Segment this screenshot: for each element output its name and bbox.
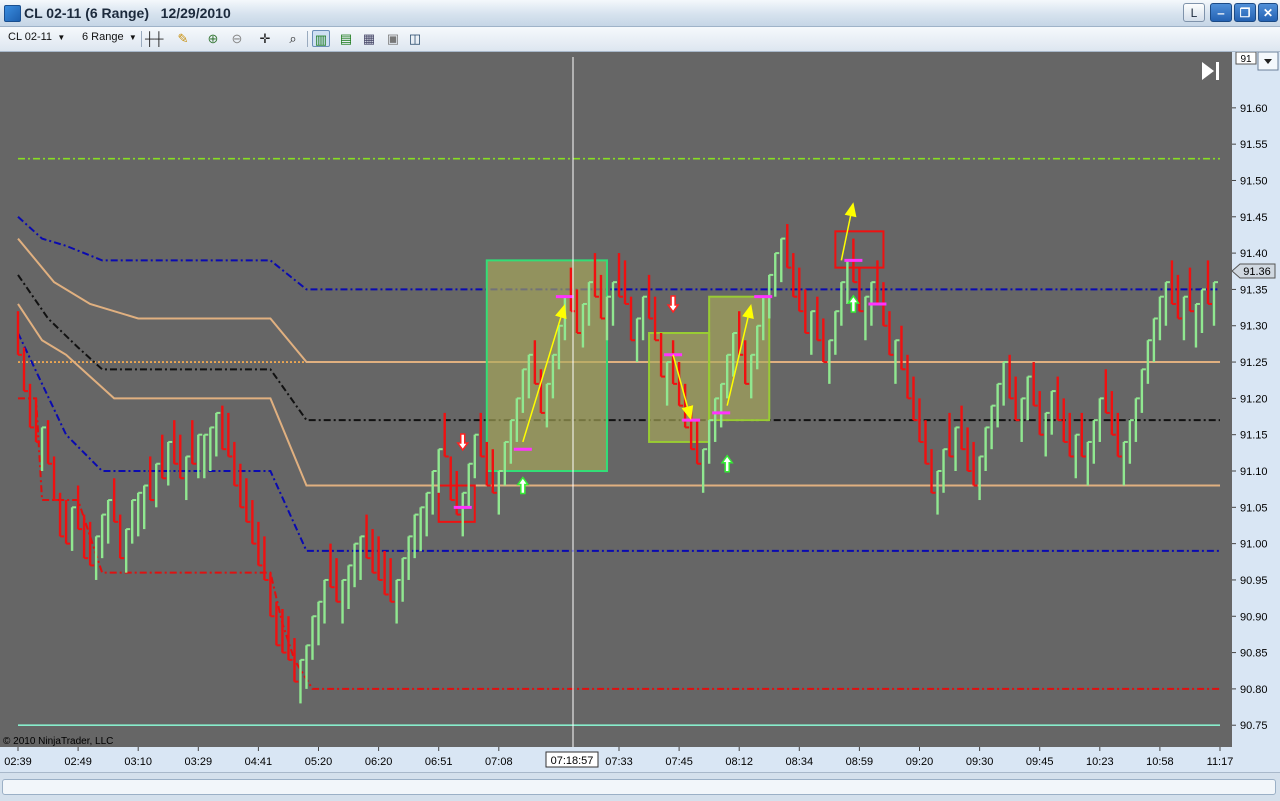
time-tick-label: 10:58 bbox=[1146, 756, 1174, 768]
goto-end-bar bbox=[1216, 62, 1219, 80]
horizontal-scrollbar[interactable] bbox=[2, 779, 1276, 795]
zoom-in-icon[interactable]: ⊕ bbox=[204, 30, 222, 47]
price-tick-label: 91.45 bbox=[1240, 212, 1268, 224]
price-tick-label: 91.15 bbox=[1240, 430, 1268, 442]
close-button[interactable]: ✕ bbox=[1258, 3, 1278, 22]
window-title: CL 02-11 (6 Range) 12/29/2010 bbox=[24, 5, 231, 21]
price-axis-background bbox=[1232, 52, 1280, 772]
time-tick-label: 06:20 bbox=[365, 756, 393, 768]
time-tick-label: 10:23 bbox=[1086, 756, 1114, 768]
instrument-label: CL 02-11 bbox=[8, 31, 53, 43]
title-bar: CL 02-11 (6 Range) 12/29/2010 L ‒ ❐ ✕ bbox=[0, 0, 1280, 27]
price-tick-label: 90.95 bbox=[1240, 575, 1268, 587]
price-tick-label: 91.55 bbox=[1240, 139, 1268, 151]
time-tick-label: 07:33 bbox=[605, 756, 633, 768]
time-tick-label: 11:17 bbox=[1207, 756, 1234, 768]
price-tick-label: 90.80 bbox=[1240, 684, 1268, 696]
time-tick-label: 03:10 bbox=[124, 756, 152, 768]
app-icon bbox=[4, 5, 21, 22]
time-tick-label: 09:20 bbox=[906, 756, 934, 768]
price-tick-label: 91.10 bbox=[1240, 466, 1268, 478]
chart-toolbar: CL 02-11 ▼ 6 Range ▼ ┼┼ ✎ ⊕ ⊖ ✛ ⌕ ▥ ▤ ▦ … bbox=[0, 27, 1280, 52]
period-label: 6 Range bbox=[82, 31, 124, 43]
price-tick-label: 91.25 bbox=[1240, 357, 1268, 369]
time-tick-label: 07:08 bbox=[485, 756, 513, 768]
bar-style-icon[interactable]: ┼┼ bbox=[145, 30, 163, 47]
link-button[interactable]: L bbox=[1183, 3, 1205, 22]
time-tick-label: 02:49 bbox=[64, 756, 92, 768]
price-tick-label: 91.20 bbox=[1240, 393, 1268, 405]
time-tick-label: 04:41 bbox=[245, 756, 273, 768]
toolbar-divider bbox=[307, 31, 308, 47]
price-tick-label: 91.60 bbox=[1240, 103, 1268, 115]
toolbar-divider bbox=[141, 31, 142, 47]
crosshair-icon[interactable]: ✛ bbox=[256, 30, 274, 47]
draw-pencil-icon[interactable]: ✎ bbox=[174, 30, 192, 47]
time-tick-label: 08:34 bbox=[786, 756, 814, 768]
chevron-down-icon: ▼ bbox=[126, 33, 137, 42]
time-tick-label: 05:20 bbox=[305, 756, 333, 768]
crosshair-label: 07:18:57 bbox=[551, 755, 594, 767]
instrument-selector[interactable]: CL 02-11 ▼ bbox=[8, 31, 65, 43]
price-tick-label: 91.30 bbox=[1240, 321, 1268, 333]
price-tick-label: 90.90 bbox=[1240, 611, 1268, 623]
layout-icon[interactable]: ◫ bbox=[406, 30, 424, 47]
chevron-down-icon: ▼ bbox=[55, 33, 66, 42]
minimize-button[interactable]: ‒ bbox=[1210, 3, 1232, 22]
price-badge: 91.36 bbox=[1243, 266, 1271, 278]
time-tick-label: 08:59 bbox=[846, 756, 874, 768]
time-tick-label: 07:45 bbox=[665, 756, 693, 768]
price-tick-label: 90.85 bbox=[1240, 648, 1268, 660]
zoom-out-icon[interactable]: ⊖ bbox=[228, 30, 246, 47]
price-tick-label: 91.05 bbox=[1240, 502, 1268, 514]
price-tick-label: 91.35 bbox=[1240, 284, 1268, 296]
status-bar bbox=[0, 772, 1280, 801]
price-tick-label: 91.00 bbox=[1240, 539, 1268, 551]
copyright-text: © 2010 NinjaTrader, LLC bbox=[3, 736, 113, 747]
scale-dropdown-button[interactable] bbox=[1257, 52, 1279, 71]
time-tick-label: 08:12 bbox=[725, 756, 753, 768]
price-tick-label: 91.50 bbox=[1240, 175, 1268, 187]
time-tick-label: 03:29 bbox=[185, 756, 213, 768]
search-icon[interactable]: ⌕ bbox=[284, 30, 302, 47]
chart-panel-background bbox=[0, 52, 1232, 747]
time-tick-label: 09:45 bbox=[1026, 756, 1054, 768]
bars-icon[interactable]: ▥ bbox=[312, 30, 330, 47]
restore-button[interactable]: ❐ bbox=[1234, 3, 1256, 22]
time-tick-label: 06:51 bbox=[425, 756, 453, 768]
price-tick-label: 90.75 bbox=[1240, 720, 1268, 732]
price-chart[interactable]: 91.60 91.55 91.50 91.45 91.40 91.35 91.30 91.25… bbox=[0, 52, 1280, 772]
time-tick-label: 09:30 bbox=[966, 756, 994, 768]
chart-properties-icon[interactable]: ▦ bbox=[360, 30, 378, 47]
candles-icon[interactable]: ▤ bbox=[337, 30, 355, 47]
price-tick-label: 91.40 bbox=[1240, 248, 1268, 260]
top-badge: 91 bbox=[1240, 54, 1252, 65]
period-selector[interactable]: 6 Range ▼ bbox=[82, 31, 137, 43]
time-tick-label: 02:39 bbox=[4, 756, 32, 768]
data-box-icon[interactable]: ▣ bbox=[384, 30, 402, 47]
